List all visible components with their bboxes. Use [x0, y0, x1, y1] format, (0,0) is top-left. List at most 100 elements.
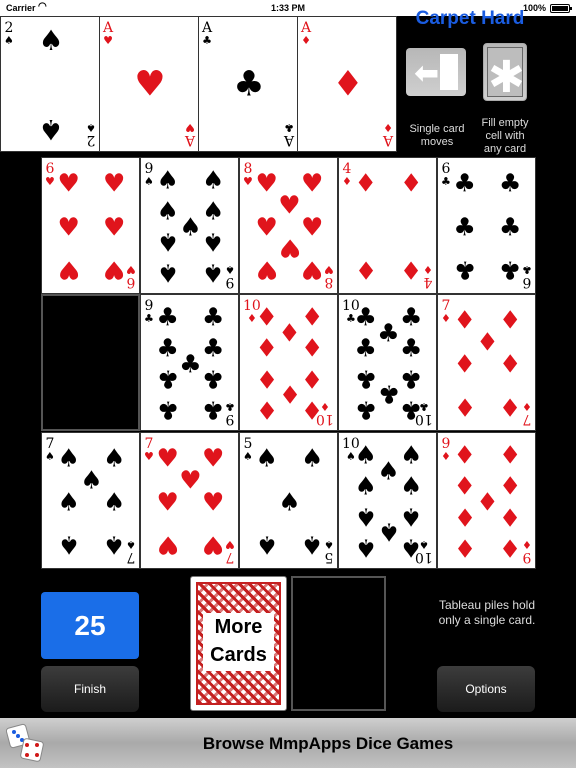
stock-pile[interactable]: More Cards — [190, 576, 287, 711]
suit-pip: ♦ — [499, 392, 522, 422]
tableau-card-r3c5[interactable]: 9 ♦ 9 ♦ ♦ ♦ ♦ ♦ ♦ ♦ ♦ ♦ ♦ — [437, 432, 536, 569]
card-suit: ♦ — [522, 400, 532, 413]
card-corner-index: 7 ♦ — [441, 299, 451, 324]
card-suit: ♠ — [45, 450, 55, 463]
card-corner-index: 4 ♦ — [423, 263, 433, 290]
suit-pip: ♥ — [301, 168, 324, 198]
suit-pip: ♦ — [499, 502, 522, 532]
suit-pip: ♦ — [301, 395, 324, 425]
card-corner-index: 9 ♦ — [441, 437, 451, 462]
card-rank: 6 — [126, 274, 136, 290]
suit-pip: ♦ — [453, 471, 476, 501]
card-rank: 7 — [522, 411, 532, 427]
card-shape-icon — [440, 54, 458, 90]
tableau-card-r2c4[interactable]: 10 ♣ 10 ♣ ♣ ♣ ♣ ♣ ♣ ♣ ♣ ♣ ♣ ♣ — [338, 294, 437, 431]
card-suit: ♦ — [441, 312, 451, 325]
suit-pip: ♠ — [202, 227, 225, 257]
suit-pip: ♦ — [499, 305, 522, 335]
tableau-card-r3c4[interactable]: 10 ♠ 10 ♠ ♠ ♠ ♠ ♠ ♠ ♠ ♠ ♠ ♠ ♠ — [338, 432, 437, 569]
suit-pip: ♠ — [156, 165, 179, 195]
game-title: Carpet Hard — [415, 8, 525, 29]
dice-icon — [6, 723, 44, 762]
card-corner-index: 9 ♣ — [225, 400, 235, 427]
suit-pip: ♣ — [377, 379, 400, 409]
tableau-card-r1c1[interactable]: 6 ♥ 6 ♥ ♥ ♥ ♥ ♥ ♥ ♥ — [41, 157, 140, 294]
card-suit: ♣ — [441, 175, 451, 188]
card-corner-index: A ♣ — [284, 121, 294, 148]
tableau-card-r3c3[interactable]: 5 ♠ 5 ♠ ♠ ♠ ♠ ♠ ♠ — [239, 432, 338, 569]
card-suit: ♦ — [301, 34, 311, 47]
single-caption-line1: Single card — [409, 123, 465, 135]
tableau-card-r2c3[interactable]: 10 ♦ 10 ♦ ♦ ♦ ♦ ♦ ♦ ♦ ♦ ♦ ♦ ♦ — [239, 294, 338, 431]
card-suit: ♠ — [243, 450, 253, 463]
fill-caption-line2: cell with — [485, 130, 525, 142]
tableau-card-r1c4[interactable]: 4 ♦ 4 ♦ ♦ ♦ ♦ ♦ — [338, 157, 437, 294]
card-suit: ♠ — [144, 175, 154, 188]
card-corner-index: 7 ♠ — [126, 538, 136, 565]
fill-empty-cell-button[interactable]: ✱ — [483, 43, 527, 103]
suit-pip: ♣ — [499, 255, 522, 285]
suit-pip: ♥ — [255, 255, 278, 285]
suit-pip: ♠ — [354, 533, 377, 563]
card-rank: A — [103, 20, 114, 36]
card-rank: A — [301, 20, 312, 36]
suit-pip: ♦ — [499, 349, 522, 378]
tableau-card-r1c2[interactable]: 9 ♠ 9 ♠ ♠ ♠ ♠ ♠ ♠ ♠ ♠ ♠ ♠ — [140, 157, 239, 294]
card-corner-index: 7 ♠ — [45, 437, 55, 462]
suit-pip: ♠ — [400, 533, 423, 563]
tableau-card-r2c5[interactable]: 7 ♦ 7 ♦ ♦ ♦ ♦ ♦ ♦ ♦ ♦ — [437, 294, 536, 431]
suit-pip: ♠ — [80, 465, 103, 495]
suit-pip: ♦ — [400, 255, 423, 285]
fill-caption-line1: Fill empty — [481, 117, 529, 129]
suit-pip: ♣ — [233, 64, 265, 105]
foundation-card-3[interactable]: A ♣ A ♣ ♣ — [198, 16, 298, 152]
suit-pip: ♠ — [156, 258, 179, 288]
card-rank: 9 — [522, 549, 532, 565]
suit-pip: ♠ — [278, 487, 301, 516]
suit-pip: ♣ — [354, 333, 377, 363]
card-rank: 7 — [144, 436, 154, 452]
foundation-card-1[interactable]: 2 ♠ 2 ♠ ♠ ♠ — [0, 16, 100, 152]
suit-pip: ♥ — [156, 443, 179, 473]
suit-pip: ♦ — [301, 302, 324, 332]
more-cards-line2: Cards — [210, 644, 267, 666]
suit-pip: ♠ — [400, 440, 423, 470]
card-rank: 6 — [441, 161, 451, 177]
suit-pip: ♦ — [255, 364, 278, 394]
score-display: 25 — [41, 592, 139, 659]
options-button[interactable]: Options — [437, 666, 535, 712]
waste-pile[interactable] — [291, 576, 386, 711]
dice-games-banner[interactable]: Browse MmpApps Dice Games — [0, 718, 576, 768]
suit-pip: ♥ — [103, 212, 126, 241]
card-rank: 9 — [225, 274, 235, 290]
foundation-card-2[interactable]: A ♥ A ♥ ♥ — [99, 16, 199, 152]
suit-pip: ♠ — [354, 440, 377, 470]
finish-button[interactable]: Finish — [41, 666, 139, 712]
suit-pip: ♥ — [301, 212, 324, 241]
card-suit: ♦ — [383, 121, 393, 134]
card-rank: 2 — [86, 132, 96, 148]
tableau-card-r3c2[interactable]: 7 ♥ 7 ♥ ♥ ♥ ♥ ♥ ♥ ♥ ♥ — [140, 432, 239, 569]
tableau-card-r1c5[interactable]: 6 ♣ 6 ♣ ♣ ♣ ♣ ♣ ♣ ♣ — [437, 157, 536, 294]
card-rank: 5 — [243, 436, 253, 452]
tableau-card-r2c2[interactable]: 9 ♣ 9 ♣ ♣ ♣ ♣ ♣ ♣ ♣ ♣ ♣ ♣ — [140, 294, 239, 431]
suit-pip: ♦ — [332, 64, 364, 105]
tableau-card-r3c1[interactable]: 7 ♠ 7 ♠ ♠ ♠ ♠ ♠ ♠ ♠ ♠ — [41, 432, 140, 569]
suit-pip: ♣ — [156, 364, 179, 394]
suit-pip: ♦ — [499, 440, 522, 470]
suit-pip: ♦ — [255, 333, 278, 363]
tableau-card-r1c3[interactable]: 8 ♥ 8 ♥ ♥ ♥ ♥ ♥ ♥ ♥ ♥ ♥ — [239, 157, 338, 294]
single-caption-line2: moves — [420, 136, 454, 148]
foundation-card-4[interactable]: A ♦ A ♦ ♦ — [297, 16, 397, 152]
suit-pip: ♠ — [38, 24, 64, 58]
single-card-moves-button[interactable]: ⬅ — [406, 48, 466, 96]
card-suit: ♦ — [423, 263, 433, 276]
asterisk-icon: ✱ — [488, 52, 525, 103]
suit-pip: ♥ — [156, 487, 179, 516]
banner-text: Browse MmpApps Dice Games — [202, 734, 454, 753]
card-corner-index: 5 ♠ — [243, 437, 253, 462]
suit-pip: ♠ — [202, 258, 225, 288]
suit-pip: ♦ — [354, 168, 377, 198]
empty-tableau-cell[interactable] — [41, 294, 140, 431]
card-corner-index: 6 ♣ — [441, 162, 451, 187]
